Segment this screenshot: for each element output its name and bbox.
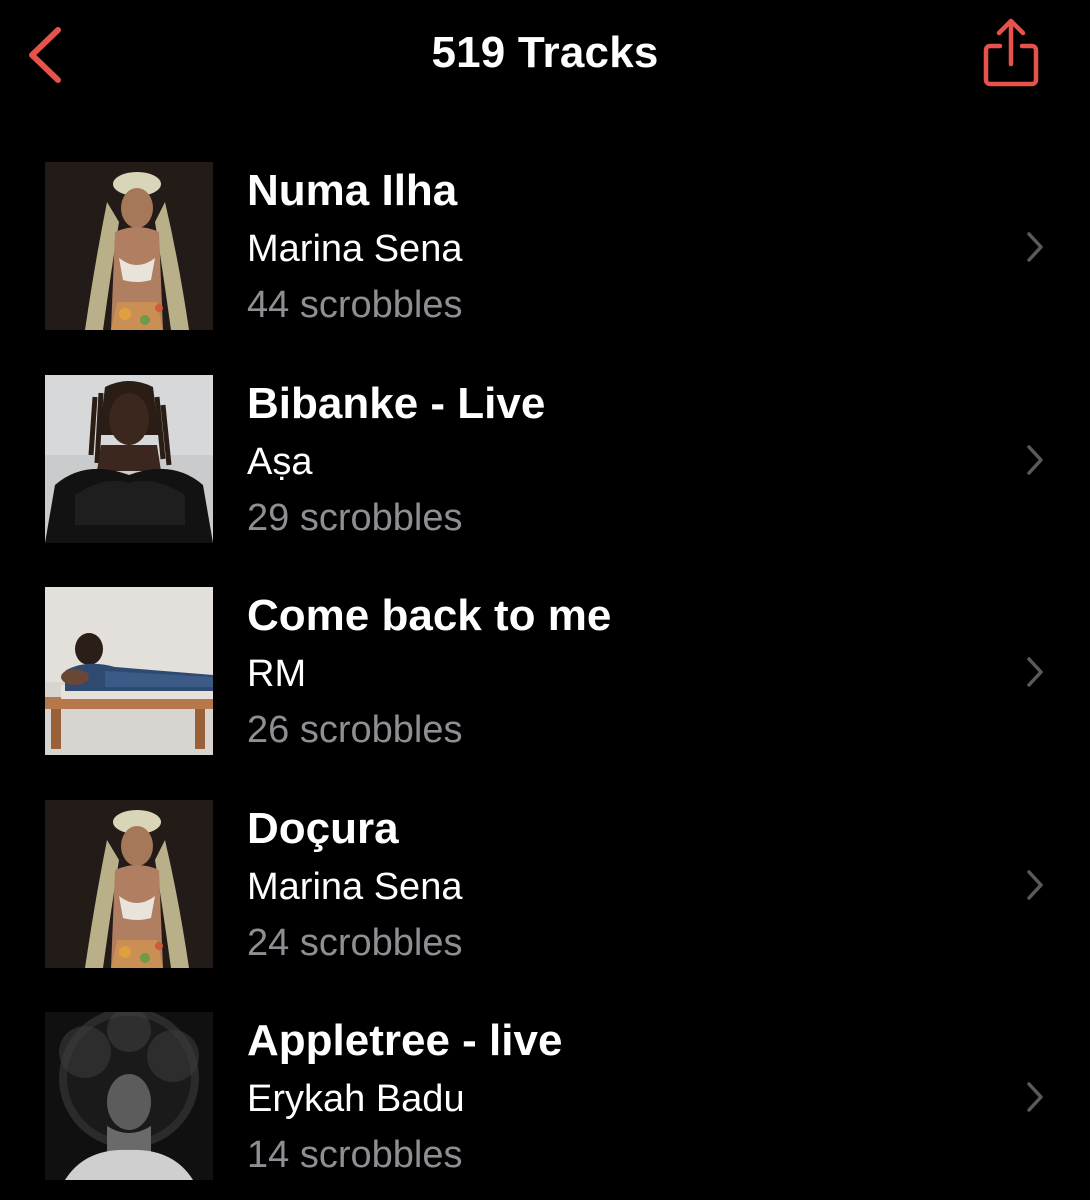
track-row[interactable]: Numa Ilha Marina Sena 44 scrobbles: [0, 150, 1090, 363]
track-title: Doçura: [247, 803, 399, 853]
chevron-right-icon: [1027, 657, 1043, 687]
track-scrobble-count: 44 scrobbles: [247, 284, 463, 326]
chevron-right-icon: [1027, 232, 1043, 262]
share-icon: [983, 18, 1039, 87]
track-title: Appletree - live: [247, 1016, 563, 1065]
chevron-right-icon: [1027, 444, 1043, 475]
track-artist: RM: [247, 653, 307, 695]
chevron-right-icon: [1027, 869, 1043, 900]
track-row[interactable]: Come back to me RM 26 scrobbles: [0, 575, 1090, 788]
track-row[interactable]: Appletree - live Erykah Badu 14 scrobble…: [0, 1000, 1090, 1200]
album-artwork: [45, 374, 213, 543]
track-title: Come back to me: [247, 591, 612, 640]
album-artwork: [45, 799, 213, 968]
album-artwork: [45, 587, 213, 755]
track-title: Bibanke - Live: [247, 378, 546, 428]
track-scrobble-count: 14 scrobbles: [247, 1134, 463, 1176]
track-row[interactable]: Doçura Marina Sena 24 scrobbles: [0, 788, 1090, 1001]
track-artist: Erykah Badu: [247, 1078, 465, 1120]
track-artist: Aṣa: [247, 440, 313, 483]
track-scrobble-count: 24 scrobbles: [247, 921, 463, 964]
track-scrobble-count: 26 scrobbles: [247, 709, 463, 751]
tracks-screen: 519 Tracks Numa Ilha Marina Sena 44 scro…: [0, 0, 1090, 1200]
share-button[interactable]: [978, 16, 1044, 92]
album-artwork: [45, 1012, 213, 1180]
track-title: Numa Ilha: [247, 166, 458, 215]
page-title: 519 Tracks: [431, 28, 659, 77]
chevron-right-icon: [1027, 1082, 1043, 1112]
track-scrobble-count: 29 scrobbles: [247, 496, 463, 539]
track-artist: Marina Sena: [247, 228, 463, 270]
track-list: Numa Ilha Marina Sena 44 scrobbles Biban…: [0, 150, 1090, 1200]
navigation-bar: 519 Tracks: [0, 0, 1090, 115]
track-artist: Marina Sena: [247, 865, 463, 908]
track-row[interactable]: Bibanke - Live Aṣa 29 scrobbles: [0, 363, 1090, 576]
album-artwork: [45, 162, 213, 330]
